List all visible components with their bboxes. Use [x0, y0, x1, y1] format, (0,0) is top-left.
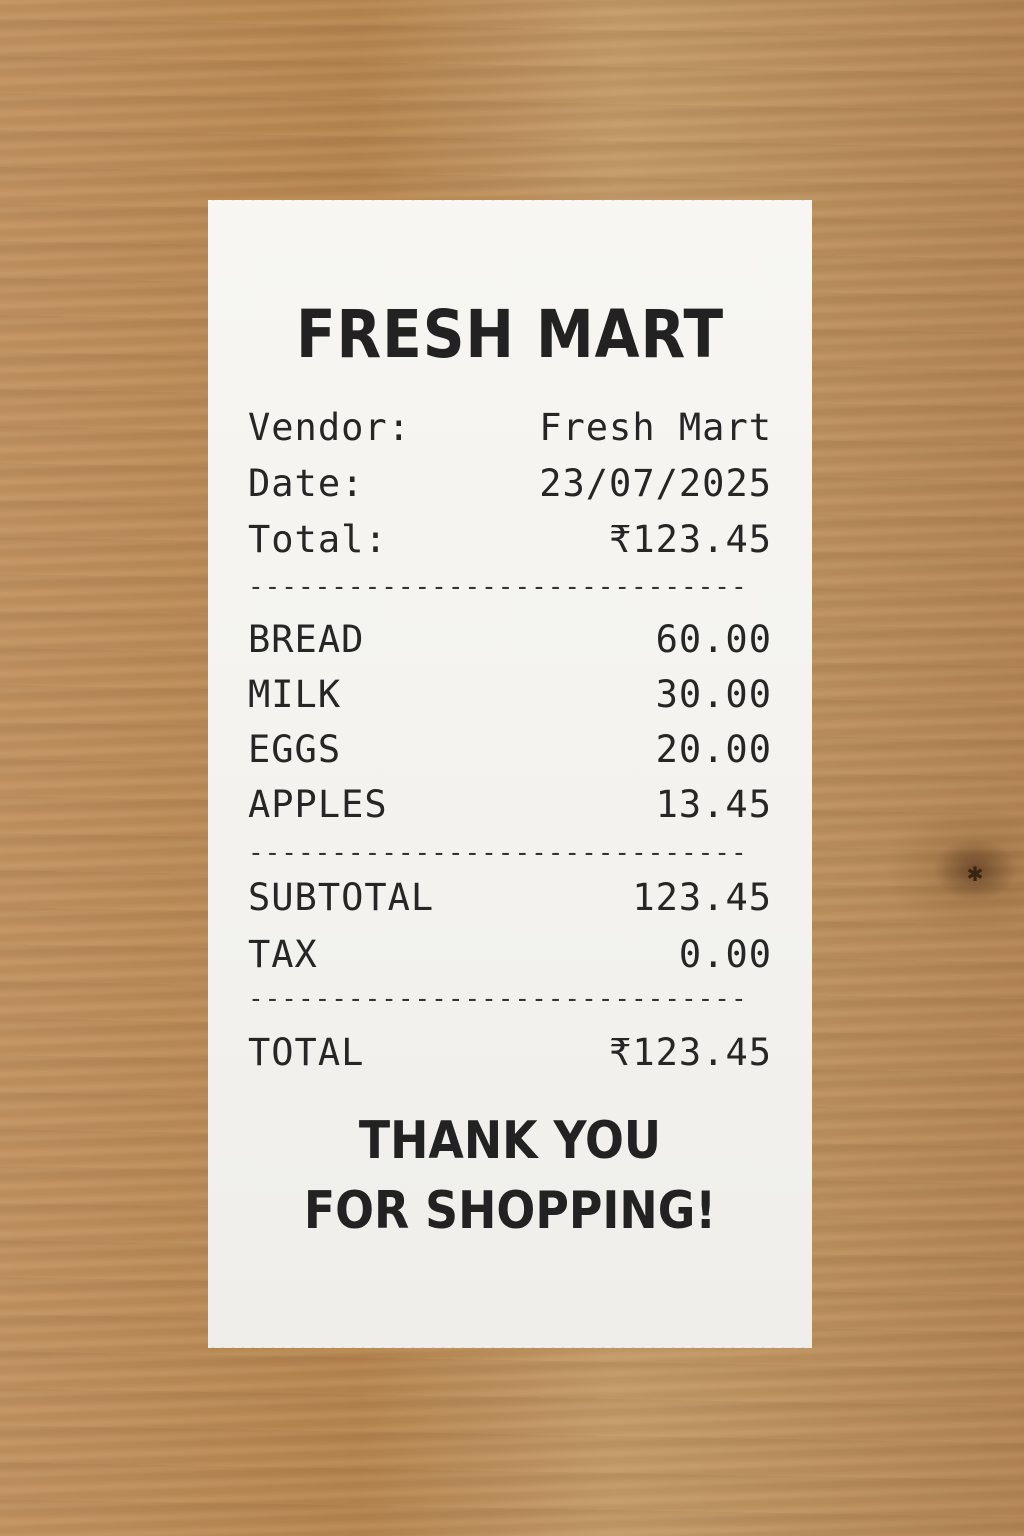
item-price: 60.00	[655, 618, 772, 661]
total-row: TOTAL ₹123.45	[248, 1031, 772, 1074]
tax-row: TAX 0.00	[248, 933, 772, 976]
item-name: APPLES	[248, 783, 388, 826]
header-label: Total:	[248, 518, 388, 561]
item-name: MILK	[248, 673, 342, 716]
header-label: Date:	[248, 462, 365, 505]
item-price: 30.00	[655, 673, 772, 716]
subtotal-row: SUBTOTAL 123.45	[248, 876, 772, 919]
store-name: FRESH MART	[295, 296, 725, 373]
item-name: EGGS	[248, 728, 342, 771]
line-item: EGGS 20.00	[248, 728, 772, 771]
receipt-torn-edge-bottom	[208, 1344, 812, 1352]
item-name: BREAD	[248, 618, 365, 661]
subtotal-value: 123.45	[632, 876, 772, 919]
header-value: 23/07/2025	[539, 462, 772, 505]
divider-line: ------------------------------	[248, 572, 748, 602]
header-value: ₹123.45	[609, 518, 772, 561]
divider-line: ------------------------------	[248, 984, 748, 1014]
line-item: BREAD 60.00	[248, 618, 772, 661]
total-label: TOTAL	[248, 1031, 365, 1074]
line-item: APPLES 13.45	[248, 783, 772, 826]
thank-you-line-1: THANK YOU	[358, 1111, 662, 1171]
header-row-vendor: Vendor: Fresh Mart	[248, 406, 772, 449]
header-row-total: Total: ₹123.45	[248, 518, 772, 561]
thank-you-line-2: FOR SHOPPING!	[303, 1181, 717, 1241]
line-item: MILK 30.00	[248, 673, 772, 716]
item-price: 20.00	[655, 728, 772, 771]
receipt-paper: FRESH MART Vendor: Fresh Mart Date: 23/0…	[208, 196, 812, 1352]
header-row-date: Date: 23/07/2025	[248, 462, 772, 505]
subtotal-label: SUBTOTAL	[248, 876, 435, 919]
header-label: Vendor:	[248, 406, 411, 449]
item-price: 13.45	[655, 783, 772, 826]
wood-knot-icon: ✱	[967, 858, 983, 888]
tax-label: TAX	[248, 933, 318, 976]
tax-value: 0.00	[678, 933, 772, 976]
receipt-torn-edge-top	[208, 196, 812, 204]
header-value: Fresh Mart	[539, 406, 772, 449]
divider-line: ------------------------------	[248, 838, 748, 868]
thank-you-message: THANK YOU FOR SHOPPING!	[244, 1106, 776, 1246]
total-value: ₹123.45	[609, 1031, 772, 1074]
